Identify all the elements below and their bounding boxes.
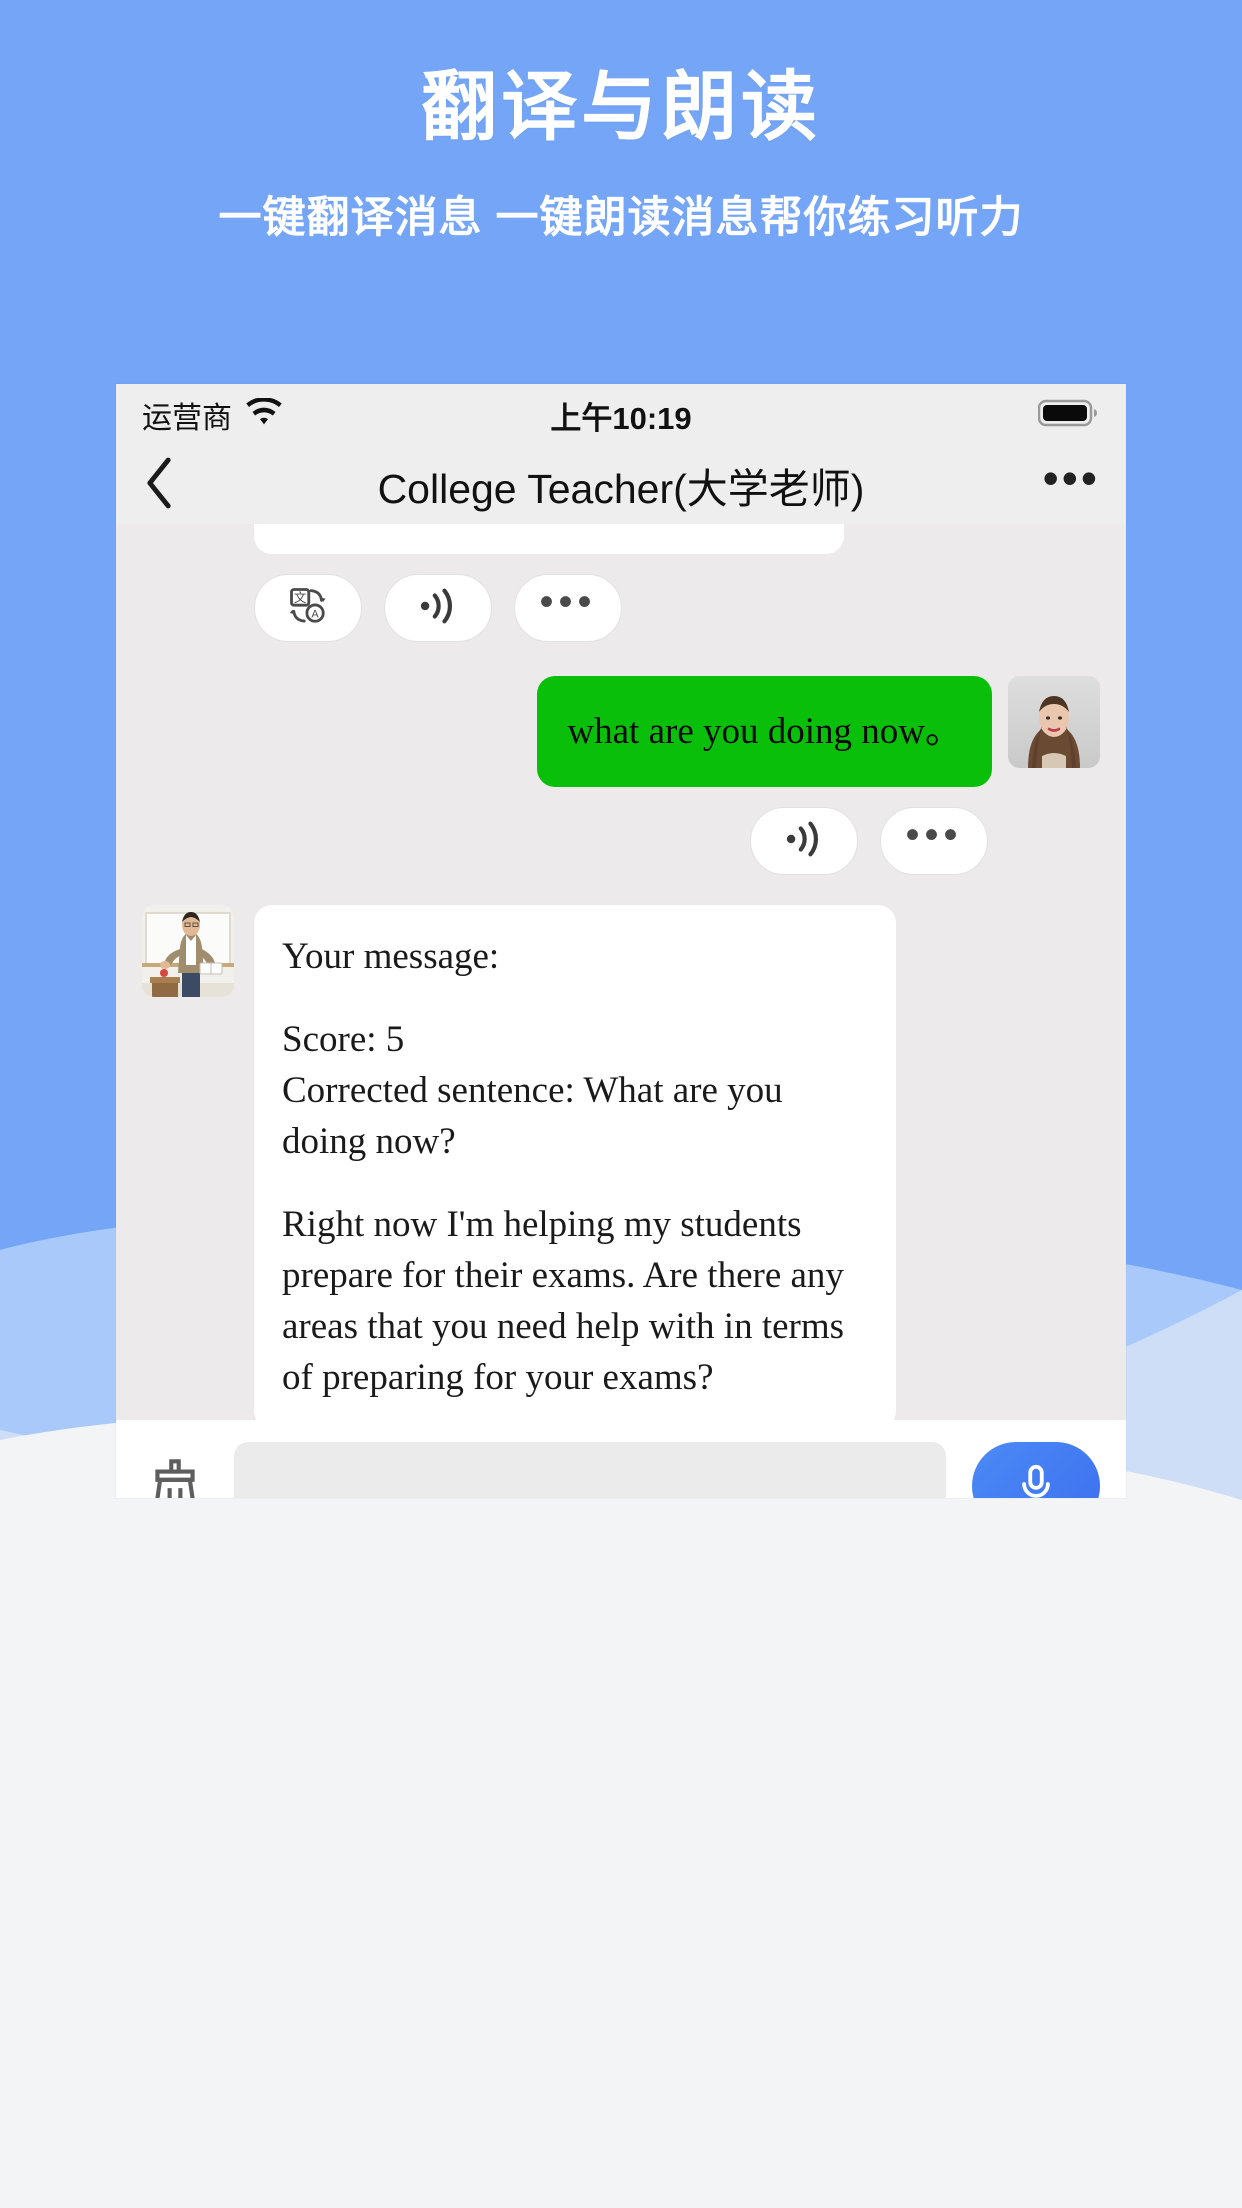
speaker-wave-icon bbox=[783, 819, 825, 864]
back-button[interactable] bbox=[142, 457, 202, 514]
svg-text:A: A bbox=[311, 608, 319, 620]
chat-message-list[interactable]: 文 A ••• what are you doing now。 ••• Your… bbox=[116, 524, 1126, 1420]
speak-button[interactable] bbox=[384, 574, 492, 642]
status-bar: 运营商 上午10:19 bbox=[116, 384, 1126, 446]
more-button[interactable]: ••• bbox=[514, 574, 622, 642]
message-bubble-teacher-feedback[interactable]: Your message: Score: 5 Corrected sentenc… bbox=[254, 905, 896, 1420]
more-button[interactable]: ••• bbox=[880, 807, 988, 876]
battery-full-icon bbox=[1037, 398, 1100, 433]
message-bubble-partial bbox=[254, 524, 844, 554]
broom-icon bbox=[144, 1453, 206, 1498]
feedback-reply: Right now I'm helping my students prepar… bbox=[282, 1204, 845, 1399]
promo-title: 翻译与朗读 bbox=[421, 65, 821, 150]
speak-button[interactable] bbox=[750, 807, 858, 876]
translate-icon: 文 A bbox=[286, 584, 330, 633]
message-bubble-user[interactable]: what are you doing now。 bbox=[537, 676, 992, 788]
user-avatar[interactable] bbox=[1008, 676, 1100, 768]
carrier-label: 运营商 bbox=[142, 402, 232, 435]
phone-screen: 运营商 上午10:19 College Teacher(大学老师) ••• 文 … bbox=[116, 384, 1126, 1498]
teacher-avatar[interactable] bbox=[142, 905, 234, 998]
more-options-button[interactable]: ••• bbox=[1043, 455, 1100, 504]
svg-text:文: 文 bbox=[294, 590, 307, 604]
message-input-bar bbox=[116, 1420, 1126, 1498]
message-row-teacher: Your message: Score: 5 Corrected sentenc… bbox=[142, 905, 1100, 1420]
promo-subtitle: 一键翻译消息 一键朗读消息帮你练习听力 bbox=[218, 194, 1024, 243]
message-input[interactable] bbox=[234, 1442, 946, 1498]
message-actions-partial: 文 A ••• bbox=[254, 574, 1100, 642]
status-bar-right bbox=[1037, 398, 1100, 433]
chevron-left-icon bbox=[142, 457, 176, 514]
avatar-teacher-photo bbox=[142, 905, 234, 998]
page-title: College Teacher(大学老师) bbox=[377, 466, 865, 512]
feedback-line-1: Your message: bbox=[282, 936, 500, 978]
wifi-icon bbox=[244, 396, 284, 433]
feedback-corrected: Corrected sentence: What are you doing n… bbox=[282, 1070, 783, 1163]
clear-chat-button[interactable] bbox=[142, 1453, 208, 1498]
microphone-icon bbox=[1013, 1462, 1059, 1499]
translate-button[interactable]: 文 A bbox=[254, 574, 362, 642]
navigation-bar: College Teacher(大学老师) ••• bbox=[116, 446, 1126, 524]
voice-record-button[interactable] bbox=[972, 1442, 1100, 1498]
message-row-user: what are you doing now。 bbox=[142, 676, 1100, 788]
avatar-woman-photo bbox=[1008, 676, 1100, 768]
status-bar-left: 运营商 bbox=[142, 393, 284, 437]
feedback-score: Score: 5 bbox=[282, 1019, 405, 1061]
promo-header: 翻译与朗读 一键翻译消息 一键朗读消息帮你练习听力 bbox=[0, 0, 1242, 245]
message-actions-user: ••• bbox=[142, 807, 988, 876]
speaker-wave-icon bbox=[417, 586, 459, 631]
